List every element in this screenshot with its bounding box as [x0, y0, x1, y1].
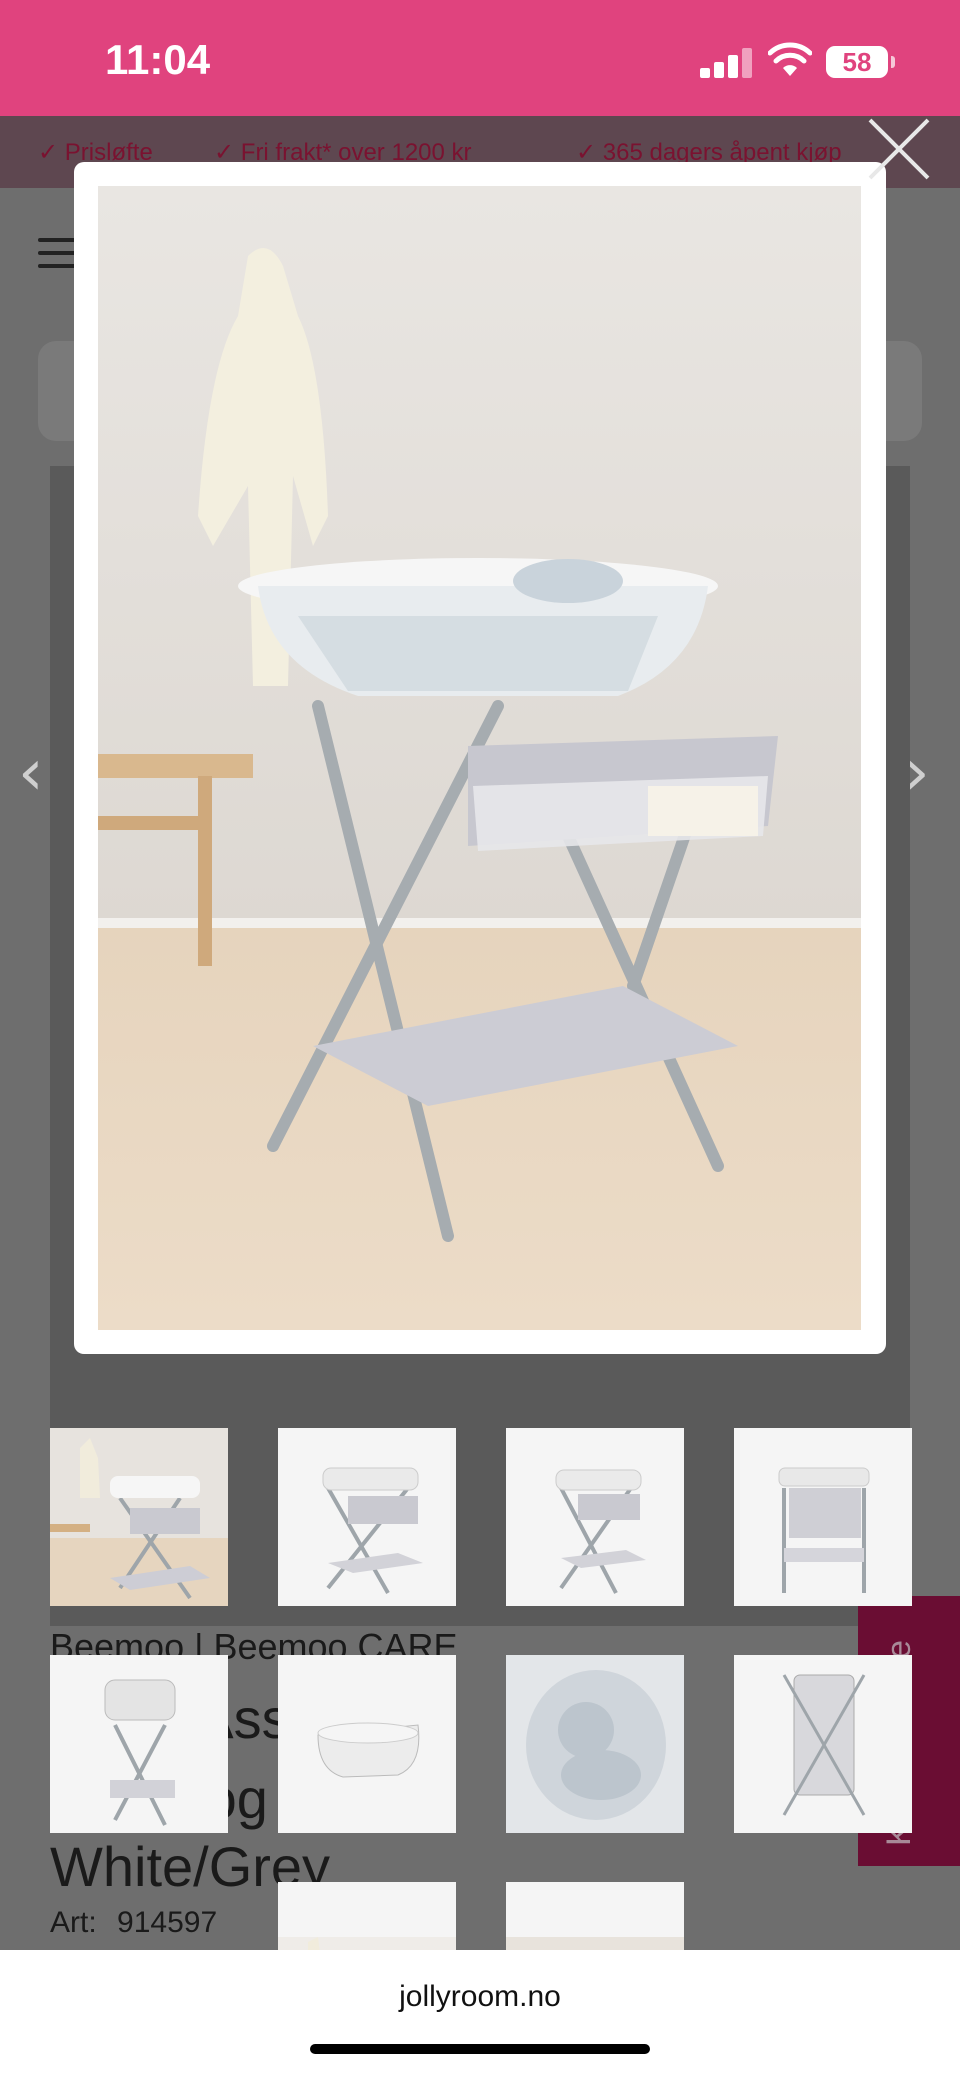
- thumbnail-image[interactable]: [278, 1882, 456, 1950]
- close-icon[interactable]: [864, 114, 934, 184]
- image-lightbox: [74, 162, 886, 1354]
- url-text: jollyroom.no: [399, 1980, 561, 2013]
- product-photo: [98, 186, 861, 1330]
- status-time: 11:04: [105, 36, 211, 83]
- thumbnail-image[interactable]: [50, 1655, 228, 1833]
- thumbnail-image[interactable]: [506, 1428, 684, 1606]
- thumbnail-image[interactable]: [734, 1655, 912, 1833]
- article-number-row: Art: 914597: [50, 1906, 217, 1940]
- chevron-left-icon[interactable]: ‹: [18, 736, 44, 810]
- home-indicator[interactable]: [310, 2044, 650, 2054]
- chevron-right-icon[interactable]: ›: [904, 736, 930, 810]
- browser-address-bar[interactable]: jollyroom.no: [0, 1950, 960, 2078]
- thumbnail-image[interactable]: [278, 1655, 456, 1833]
- wifi-icon: [768, 42, 812, 76]
- thumbnail-image[interactable]: [50, 1428, 228, 1606]
- thumbnail-image[interactable]: [506, 1655, 684, 1833]
- thumbnail-image[interactable]: [506, 1882, 684, 1950]
- menu-icon[interactable]: [38, 238, 78, 268]
- article-number: 914597: [117, 1906, 218, 1939]
- article-label: Art:: [50, 1906, 97, 1939]
- status-bar: 11:04 58: [0, 0, 960, 116]
- battery-icon: 58: [826, 46, 895, 78]
- thumbnail-image[interactable]: [734, 1428, 912, 1606]
- cellular-signal-icon: [700, 48, 756, 78]
- thumbnail-image[interactable]: [278, 1428, 456, 1606]
